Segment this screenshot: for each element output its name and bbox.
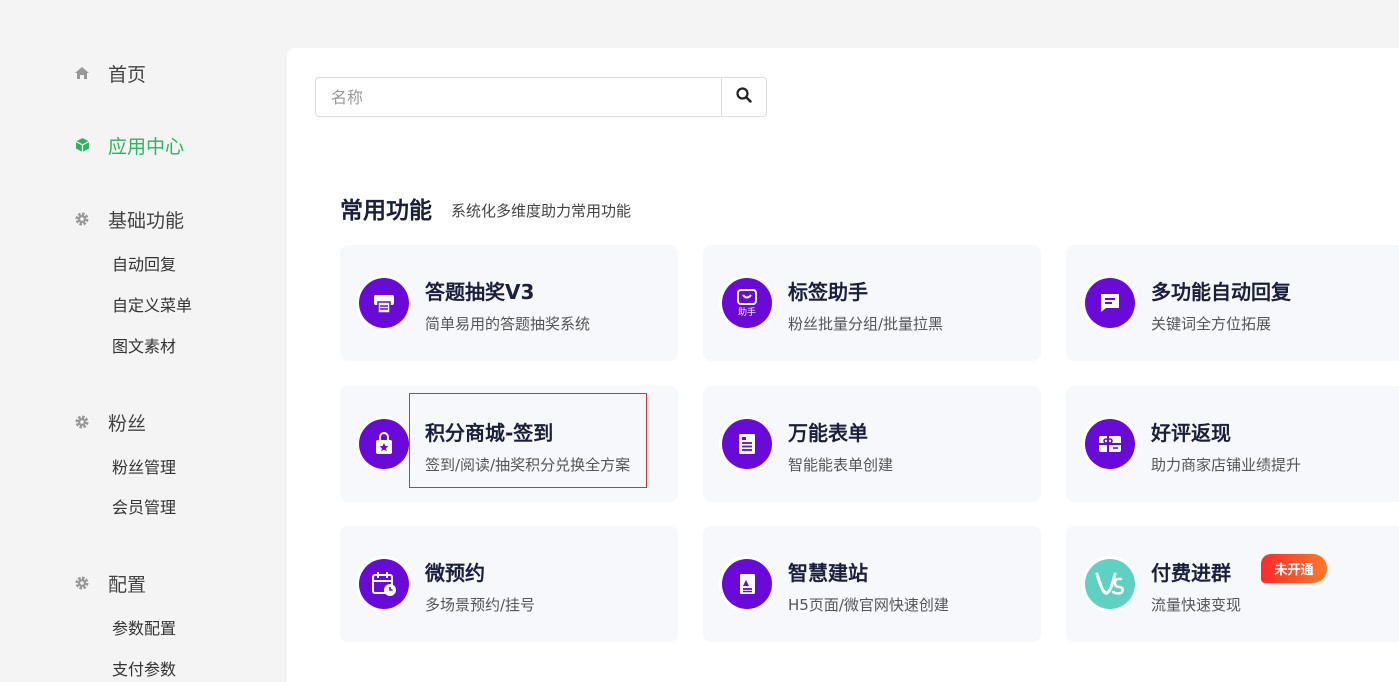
app-desc: 智能能表单创建 [788,456,894,474]
app-desc: 流量快速变现 [1151,596,1242,614]
calendar-clock-icon [359,559,409,609]
app-desc: 助力商家店铺业绩提升 [1151,456,1302,474]
sidebar-item-label: 首页 [108,63,147,86]
app-icon-frame [356,556,412,612]
app-name: 智慧建站 [788,561,868,585]
search-icon [736,87,752,107]
cube-icon [74,137,90,153]
app-name: 积分商城-签到 [425,421,554,445]
main-panel: 常用功能 系统化多维度助力常用功能 答题抽奖V3 简单易用的答题抽奖系统 助手 … [287,48,1399,682]
app-desc: H5页面/微官网快速创建 [788,596,949,614]
page-icon [722,559,772,609]
gear-icon [74,211,90,227]
sidebar-subitem-custom-menu[interactable]: 自定义菜单 [112,295,192,317]
search-input[interactable] [316,78,721,116]
app-card-points-mall[interactable]: 积分商城-签到 签到/阅读/抽奖积分兑换全方案 [340,386,678,502]
form-icon [722,419,772,469]
app-name: 万能表单 [788,421,868,445]
sidebar-item-app-center[interactable]: 应用中心 [74,133,185,158]
app-name: 答题抽奖V3 [425,280,535,304]
sidebar-item-fans[interactable]: 粉丝 [74,410,147,435]
app-card-tag-helper[interactable]: 助手 标签助手 粉丝批量分组/批量拉黑 [703,245,1041,361]
sidebar-item-label: 应用中心 [108,135,185,158]
app-desc: 签到/阅读/抽奖积分兑换全方案 [425,456,631,474]
app-card-auto-reply[interactable]: 多功能自动回复 关键词全方位拓展 [1066,245,1399,361]
gear-icon [74,414,90,430]
sidebar-subitem-payment[interactable]: 支付参数 [112,659,176,681]
app-icon-frame [356,275,412,331]
app-card-paid-group[interactable]: 付费进群 未开通 流量快速变现 [1066,526,1399,642]
shopping-bag-star-icon [359,419,409,469]
gift-card-icon [1085,419,1135,469]
sidebar-item-label: 基础功能 [108,209,185,232]
app-icon-frame: 助手 [719,275,775,331]
app-name: 付费进群 [1151,561,1231,585]
search-button[interactable] [721,78,766,116]
sidebar-subitem-auto-reply[interactable]: 自动回复 [112,254,176,276]
app-name: 好评返现 [1151,421,1231,445]
sidebar-item-config[interactable]: 配置 [74,571,147,596]
sidebar-item-label: 粉丝 [108,412,147,435]
app-card-review-cashback[interactable]: 好评返现 助力商家店铺业绩提升 [1066,386,1399,502]
app-icon-frame [719,416,775,472]
section-subtitle: 系统化多维度助力常用功能 [451,202,632,220]
app-desc: 多场景预约/挂号 [425,596,536,614]
app-icon-frame [1082,416,1138,472]
sidebar-subitem-params[interactable]: 参数配置 [112,618,176,640]
printer-icon [359,278,409,328]
app-icon-frame [1082,275,1138,331]
app-icon-frame [1082,556,1138,612]
app-name: 微预约 [425,561,485,585]
app-card-reservation[interactable]: 微预约 多场景预约/挂号 [340,526,678,642]
section-title: 常用功能 [340,198,432,224]
sidebar-subitem-member-manage[interactable]: 会员管理 [112,497,176,519]
app-desc: 关键词全方位拓展 [1151,315,1272,333]
chat-icon [1085,278,1135,328]
app-desc: 简单易用的答题抽奖系统 [425,315,591,333]
status-badge: 未开通 [1261,554,1327,583]
sidebar-item-home[interactable]: 首页 [74,61,147,86]
app-card-universal-form[interactable]: 万能表单 智能能表单创建 [703,386,1041,502]
bag-icon-text: 助手 [738,306,756,318]
app-card-quiz-lottery[interactable]: 答题抽奖V3 简单易用的答题抽奖系统 [340,245,678,361]
bag-icon: 助手 [722,278,772,328]
search-box [315,77,767,117]
app-icon-frame [719,556,775,612]
gear-icon [74,575,90,591]
app-name: 多功能自动回复 [1151,280,1291,304]
sidebar-item-basic[interactable]: 基础功能 [74,207,185,232]
app-card-site-builder[interactable]: 智慧建站 H5页面/微官网快速创建 [703,526,1041,642]
sidebar-subitem-fans-manage[interactable]: 粉丝管理 [112,457,176,479]
app-desc: 粉丝批量分组/批量拉黑 [788,315,944,333]
app-icon-frame [356,416,412,472]
sidebar: 首页 应用中心 基础功能 自动回复 自定义菜单 图文素材 粉丝 粉丝管理 会员管… [0,0,287,682]
sidebar-item-label: 配置 [108,573,147,596]
app-name: 标签助手 [788,280,868,304]
home-icon [74,65,90,81]
vs-logo-icon [1085,559,1135,609]
sidebar-subitem-media[interactable]: 图文素材 [112,336,176,358]
